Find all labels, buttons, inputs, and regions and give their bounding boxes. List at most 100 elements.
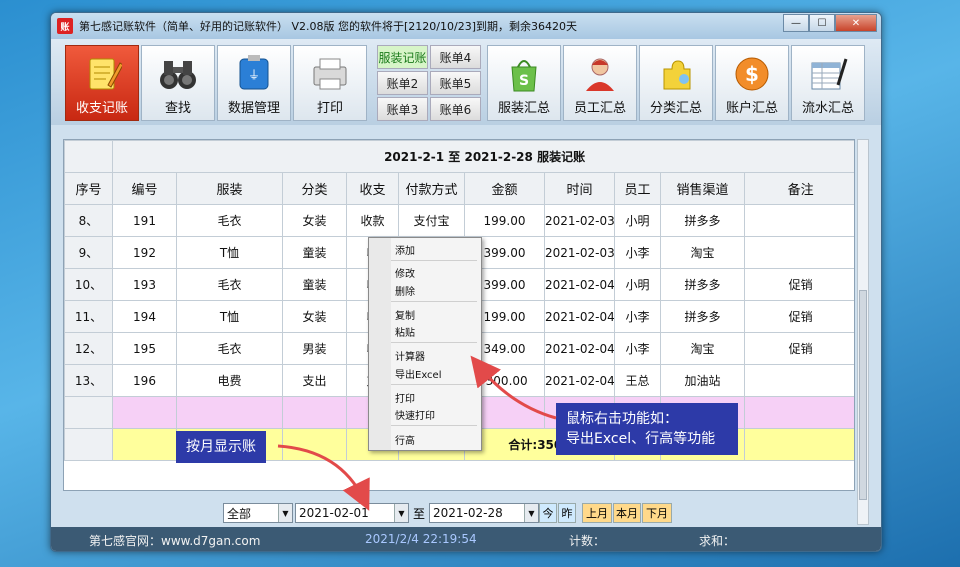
title-bar: 账 第七感记账软件（简单、好用的记账软件） V2.08版 您的软件将于[2120…: [51, 13, 881, 39]
status-bar: 第七感官网：www.d7gan.com 2021/2/4 22:19:54 计数…: [51, 527, 881, 551]
income-expense-button[interactable]: 收支记账: [65, 45, 139, 121]
row-seq: 9、: [64, 236, 113, 269]
cell-no[interactable]: 196: [112, 364, 177, 397]
print-button[interactable]: 打印: [293, 45, 367, 121]
cell-time[interactable]: 2021-02-03: [544, 204, 615, 237]
scope-select[interactable]: 全部 ▼: [223, 503, 293, 523]
context-menu: 添加 修改 删除 复制 粘贴 计算器 导出Excel 打印 快速打印 行高: [368, 237, 482, 451]
cell-item[interactable]: 毛衣: [176, 204, 283, 237]
this-month-button[interactable]: 本月: [613, 503, 641, 523]
cell-note[interactable]: 促销: [743, 332, 854, 365]
cell-note[interactable]: [743, 236, 854, 269]
cell-staff[interactable]: 小李: [614, 332, 661, 365]
cell-payment[interactable]: 支付宝: [398, 204, 465, 237]
account-tab-5[interactable]: 账单5: [430, 71, 481, 95]
cell-no[interactable]: 192: [112, 236, 177, 269]
chevron-down-icon[interactable]: ▼: [524, 504, 538, 522]
menu-export-excel[interactable]: 导出Excel: [395, 366, 442, 381]
account-tab-clothing[interactable]: 服装记账: [377, 45, 428, 69]
cell-note[interactable]: 促销: [743, 268, 854, 301]
cell-channel[interactable]: 淘宝: [660, 236, 745, 269]
cell-note[interactable]: [743, 204, 854, 237]
cell-income-expense[interactable]: 收款: [346, 204, 399, 237]
cell-channel[interactable]: 淘宝: [660, 332, 745, 365]
header-channel: 销售渠道: [660, 172, 745, 205]
cell-staff[interactable]: 小明: [614, 204, 661, 237]
menu-print[interactable]: 打印: [395, 390, 415, 405]
cell-category[interactable]: 女装: [282, 204, 347, 237]
category-summary-button[interactable]: 分类汇总: [639, 45, 713, 121]
clothing-summary-button[interactable]: S 服装汇总: [487, 45, 561, 121]
cell-category[interactable]: 男装: [282, 332, 347, 365]
table-row[interactable]: 8、 191 毛衣 女装 收款 支付宝 199.00 2021-02-03 小明…: [64, 204, 854, 237]
cell-time[interactable]: 2021-02-04: [544, 268, 615, 301]
cell-amount[interactable]: 199.00: [464, 204, 545, 237]
end-date-picker[interactable]: 2021-02-28 ▼: [429, 503, 539, 523]
cell-item[interactable]: T恤: [176, 300, 283, 333]
cell-no[interactable]: 194: [112, 300, 177, 333]
menu-delete[interactable]: 删除: [395, 283, 415, 298]
cell-staff[interactable]: 小李: [614, 236, 661, 269]
cell-category[interactable]: 童装: [282, 236, 347, 269]
cell-category[interactable]: 支出: [282, 364, 347, 397]
cell-item[interactable]: T恤: [176, 236, 283, 269]
account-summary-button[interactable]: $ 账户汇总: [715, 45, 789, 121]
cell-channel[interactable]: 拼多多: [660, 300, 745, 333]
close-button[interactable]: ✕: [835, 14, 877, 32]
today-button[interactable]: 今: [539, 503, 557, 523]
next-month-button[interactable]: 下月: [642, 503, 672, 523]
cell-time[interactable]: 2021-02-03: [544, 236, 615, 269]
chevron-down-icon[interactable]: ▼: [278, 504, 292, 522]
menu-add[interactable]: 添加: [395, 242, 415, 257]
window-controls: — ☐ ✕: [783, 14, 877, 32]
row-seq: 11、: [64, 300, 113, 333]
cell-item[interactable]: 电费: [176, 364, 283, 397]
minimize-button[interactable]: —: [783, 14, 809, 32]
cell-time[interactable]: 2021-02-04: [544, 300, 615, 333]
header-payment: 付款方式: [398, 172, 465, 205]
clothing-summary-label: 服装汇总: [497, 101, 550, 116]
cell-no[interactable]: 195: [112, 332, 177, 365]
cell-note[interactable]: 促销: [743, 300, 854, 333]
dollar-coin-icon: $: [732, 55, 772, 93]
account-tab-2[interactable]: 账单2: [377, 71, 428, 95]
cell-channel[interactable]: 拼多多: [660, 204, 745, 237]
cell-staff[interactable]: 王总: [614, 364, 661, 397]
yesterday-button[interactable]: 昨: [558, 503, 576, 523]
cell-item[interactable]: 毛衣: [176, 332, 283, 365]
menu-edit[interactable]: 修改: [395, 265, 415, 280]
last-month-button[interactable]: 上月: [582, 503, 612, 523]
vertical-scrollbar[interactable]: [857, 139, 869, 525]
cell-item[interactable]: 毛衣: [176, 268, 283, 301]
cell-category[interactable]: 童装: [282, 268, 347, 301]
cell-staff[interactable]: 小李: [614, 300, 661, 333]
cell-channel[interactable]: 拼多多: [660, 268, 745, 301]
start-date-value: 2021-02-01: [299, 506, 369, 520]
menu-quick-print[interactable]: 快速打印: [395, 407, 435, 422]
menu-row-height[interactable]: 行高: [395, 432, 415, 447]
search-button[interactable]: 查找: [141, 45, 215, 121]
maximize-button[interactable]: ☐: [809, 14, 835, 32]
menu-calculator[interactable]: 计算器: [395, 348, 425, 363]
menu-paste[interactable]: 粘贴: [395, 324, 415, 339]
account-tab-6[interactable]: 账单6: [430, 97, 481, 121]
chevron-down-icon[interactable]: ▼: [394, 504, 408, 522]
person-icon: [580, 55, 620, 93]
account-tab-4[interactable]: 账单4: [430, 45, 481, 69]
header-time: 时间: [544, 172, 615, 205]
cell-time[interactable]: 2021-02-04: [544, 364, 615, 397]
cell-channel[interactable]: 加油站: [660, 364, 745, 397]
cell-note[interactable]: [743, 364, 854, 397]
cell-no[interactable]: 193: [112, 268, 177, 301]
journal-summary-button[interactable]: 流水汇总: [791, 45, 865, 121]
data-manage-button[interactable]: ⏚ 数据管理: [217, 45, 291, 121]
cell-category[interactable]: 女装: [282, 300, 347, 333]
cell-staff[interactable]: 小明: [614, 268, 661, 301]
account-tab-3[interactable]: 账单3: [377, 97, 428, 121]
menu-copy[interactable]: 复制: [395, 307, 415, 322]
cell-time[interactable]: 2021-02-04: [544, 332, 615, 365]
staff-summary-button[interactable]: 员工汇总: [563, 45, 637, 121]
start-date-picker[interactable]: 2021-02-01 ▼: [295, 503, 409, 523]
cell-no[interactable]: 191: [112, 204, 177, 237]
scroll-thumb[interactable]: [859, 290, 867, 500]
